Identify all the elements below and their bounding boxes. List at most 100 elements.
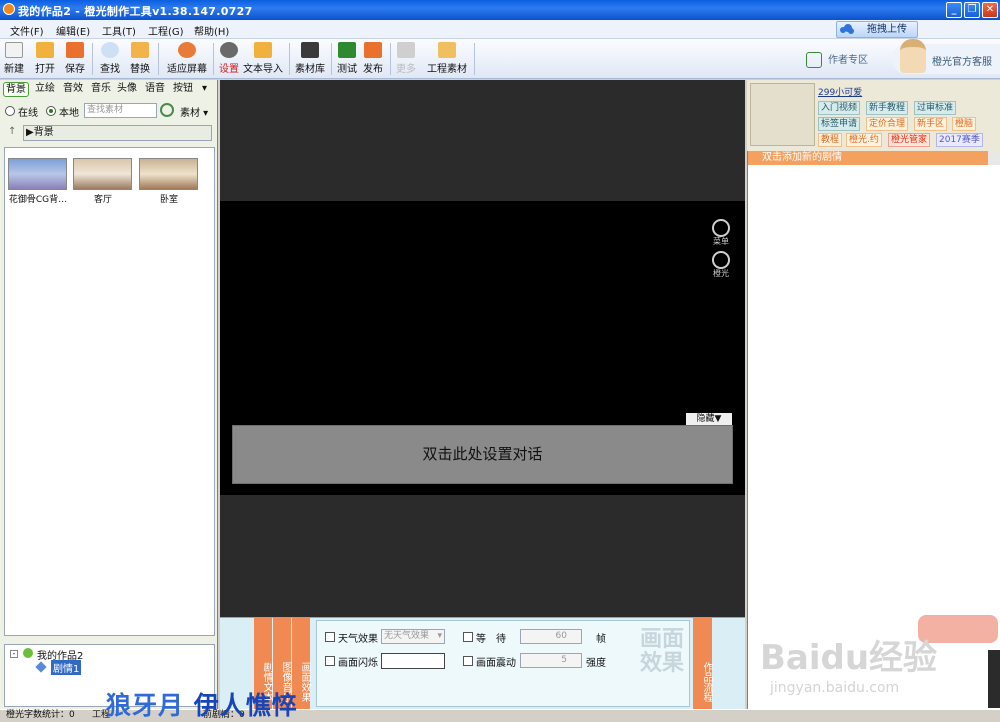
asset-thumbnail[interactable] xyxy=(139,158,198,190)
close-button[interactable]: ✕ xyxy=(982,2,998,18)
test-button[interactable]: 测试 xyxy=(336,42,358,75)
library-button[interactable]: 素材库 xyxy=(295,42,325,75)
tag-link[interactable]: 入门视频 xyxy=(818,101,861,115)
tabs-more-dropdown[interactable]: ▾ xyxy=(202,82,207,97)
shake-stepper[interactable]: 5 xyxy=(520,653,582,668)
weather-label: 天气效果 xyxy=(338,634,378,645)
asset-type-dropdown[interactable]: 素材 ▾ xyxy=(180,104,208,119)
toolbar-separator xyxy=(213,43,214,75)
tree-scene-item[interactable]: 剧情1 xyxy=(51,660,82,675)
tab-work-flow[interactable]: 作品流程 xyxy=(693,618,712,721)
tag-link[interactable]: 过审标准 xyxy=(914,101,957,115)
shake-label: 画面震动 xyxy=(476,658,516,669)
support-button[interactable]: 橙光官方客服 xyxy=(892,39,1000,74)
tab-button[interactable]: 按钮 xyxy=(173,82,193,97)
scene-icon xyxy=(35,661,47,673)
import-icon xyxy=(254,42,272,58)
online-radio[interactable] xyxy=(5,106,15,116)
watermark-url: jingyan.baidu.com xyxy=(770,680,900,696)
cloud-icon xyxy=(840,24,854,34)
tag-link[interactable]: 定价合理 xyxy=(866,117,909,131)
toolbar-separator xyxy=(158,43,159,75)
toolbar: 新建 打开 保存 查找 替换 适应屏幕 设置 文本导入 素材库 测试 发布 更多… xyxy=(0,39,1000,79)
username-link[interactable]: 299小可爱 xyxy=(818,85,862,98)
tab-music[interactable]: 音乐 xyxy=(91,82,111,97)
tag-link[interactable]: 橙光.约 xyxy=(846,133,882,147)
dialog-box[interactable]: 双击此处设置对话 xyxy=(232,425,733,484)
flash-checkbox[interactable] xyxy=(325,656,335,666)
publish-button[interactable]: 发布 xyxy=(362,42,384,75)
add-plot-row[interactable]: 双击添加新的剧情 xyxy=(748,151,988,165)
flash-color-input[interactable] xyxy=(381,653,445,669)
stage-top-area xyxy=(220,80,745,201)
replace-button[interactable]: 替换 xyxy=(129,42,151,75)
tag-link[interactable]: 标签申请 xyxy=(818,117,861,131)
scrollbar-stub[interactable] xyxy=(988,151,1000,165)
window-title: 我的作品2 - 橙光制作工具v1.38.147.0727 xyxy=(18,5,253,18)
fit-screen-button[interactable]: 适应屏幕 xyxy=(165,42,209,75)
gear-icon xyxy=(220,42,238,58)
avatar[interactable] xyxy=(750,83,815,146)
tag-link[interactable]: 橙脑 xyxy=(952,117,977,131)
find-button[interactable]: 查找 xyxy=(99,42,121,75)
publish-icon xyxy=(364,42,382,58)
tab-voice[interactable]: 语音 xyxy=(145,82,165,97)
tab-avatar[interactable]: 头像 xyxy=(117,82,137,97)
project-assets-icon xyxy=(438,42,456,58)
word-count: 橙光字数统计：0 xyxy=(6,710,75,720)
star-icon xyxy=(397,42,415,58)
folder-icon xyxy=(36,42,54,58)
local-radio[interactable] xyxy=(46,106,56,116)
wait-checkbox[interactable] xyxy=(463,632,473,642)
shake-checkbox[interactable] xyxy=(463,656,473,666)
asset-label: 花御骨CG背… xyxy=(8,195,68,205)
minimize-button[interactable]: _ xyxy=(946,2,962,18)
save-button[interactable]: 保存 xyxy=(64,42,86,75)
fit-screen-icon xyxy=(178,42,196,58)
open-button[interactable]: 打开 xyxy=(34,42,56,75)
restore-button[interactable]: ❐ xyxy=(964,2,980,18)
project-icon xyxy=(23,648,33,658)
refresh-icon[interactable] xyxy=(160,103,174,117)
tag-link[interactable]: 新手教程 xyxy=(866,101,909,115)
asset-thumbnail[interactable] xyxy=(8,158,67,190)
toolbar-separator xyxy=(289,43,290,75)
wait-stepper[interactable]: 60 xyxy=(520,629,582,644)
search-icon xyxy=(101,42,119,58)
settings-button[interactable]: 设置 xyxy=(218,42,240,75)
tab-sound-effect[interactable]: 音效 xyxy=(63,82,83,97)
flash-label: 画面闪烁 xyxy=(338,658,378,669)
menu-label: 菜单 xyxy=(713,237,729,246)
tag-link[interactable]: 橙光管家 xyxy=(888,133,931,147)
replace-icon xyxy=(131,42,149,58)
tag-link[interactable]: 教程 xyxy=(818,133,843,147)
tab-sprite[interactable]: 立绘 xyxy=(35,82,55,97)
weather-checkbox[interactable] xyxy=(325,632,335,642)
menu-tools[interactable]: 工具(T) xyxy=(102,23,136,38)
tree-collapse-icon[interactable]: - xyxy=(10,650,18,658)
asset-thumbnail[interactable] xyxy=(73,158,132,190)
weather-select[interactable]: 无天气效果 ▾ xyxy=(381,629,445,644)
tab-background[interactable]: 背景 xyxy=(3,82,29,97)
stage-bottom-area xyxy=(220,495,745,617)
project-assets-button[interactable]: 工程素材 xyxy=(426,42,468,75)
author-zone-button[interactable]: 作者专区 xyxy=(806,51,870,68)
new-file-icon xyxy=(5,42,23,58)
menu-edit[interactable]: 编辑(E) xyxy=(56,23,90,38)
menu-icon[interactable] xyxy=(712,219,730,237)
local-label: 本地 xyxy=(59,108,79,119)
text-import-button[interactable]: 文本导入 xyxy=(243,42,283,75)
asset-label: 卧室 xyxy=(159,195,178,205)
menu-project[interactable]: 工程(G) xyxy=(148,23,184,38)
orange-light-icon[interactable] xyxy=(712,251,730,269)
asset-search-input[interactable]: 查找素材 xyxy=(84,103,157,118)
tag-link[interactable]: 新手区 xyxy=(914,117,948,131)
tag-link[interactable]: 2017赛季 xyxy=(936,133,983,147)
menu-file[interactable]: 文件(F) xyxy=(10,23,44,38)
menu-help[interactable]: 帮助(H) xyxy=(194,23,229,38)
up-arrow-icon[interactable]: ↑ xyxy=(8,126,16,137)
disabled-button: 更多 xyxy=(395,42,417,75)
side-collapse-handle[interactable] xyxy=(988,650,1000,708)
new-button[interactable]: 新建 xyxy=(4,42,24,75)
author-zone-icon xyxy=(806,52,822,68)
